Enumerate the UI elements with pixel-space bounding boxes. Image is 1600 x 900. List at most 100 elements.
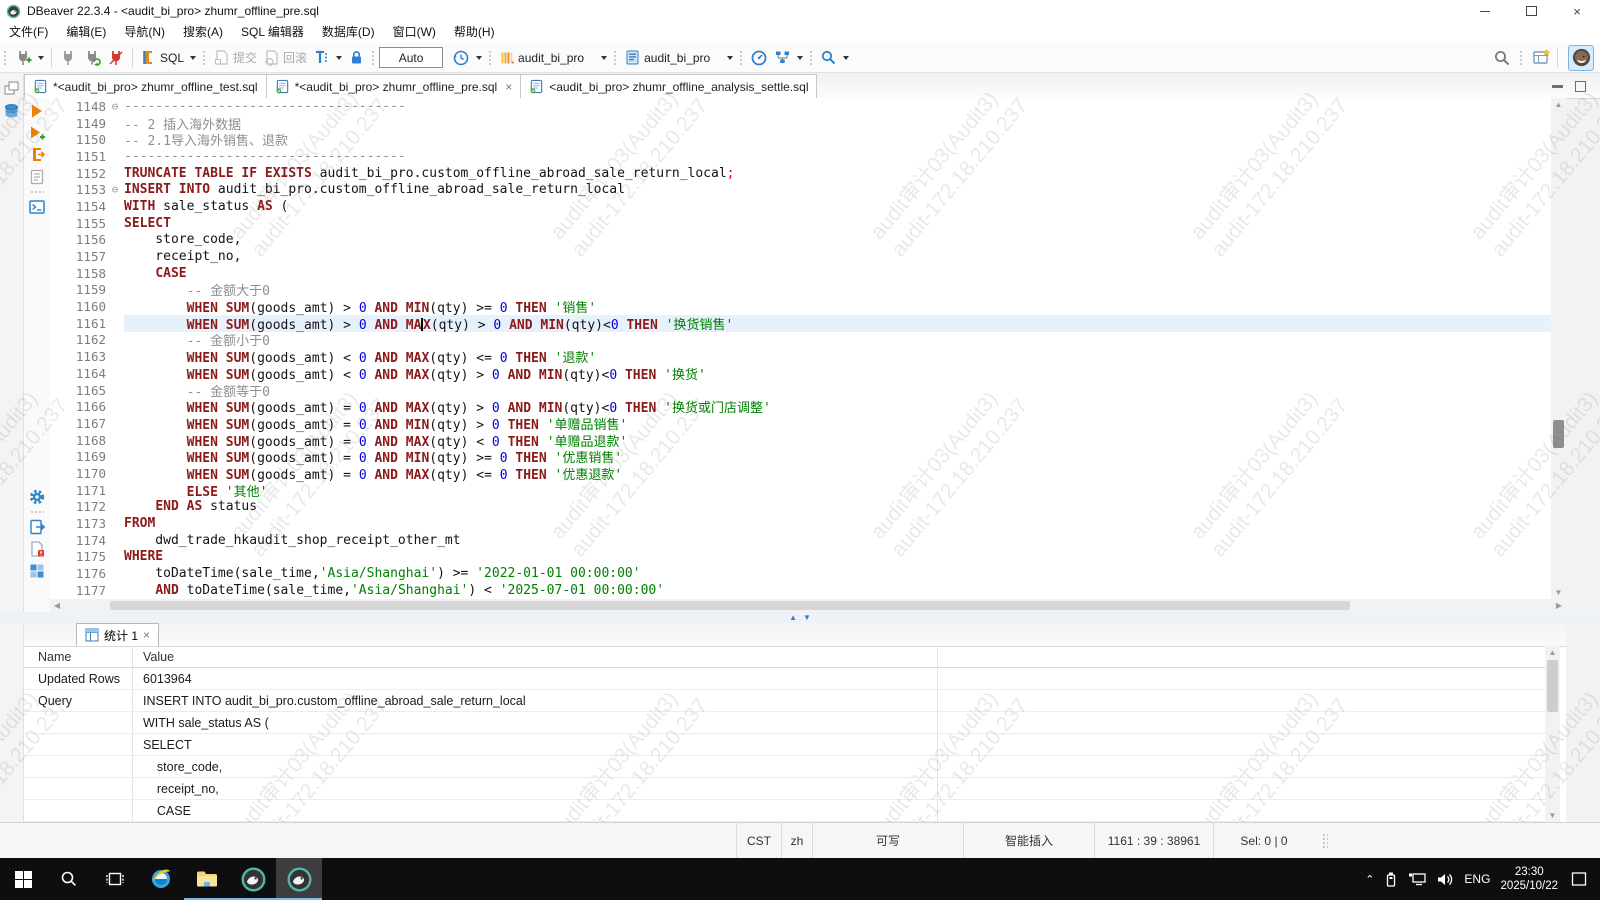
- stats-row-2[interactable]: WITH sale_status AS (: [24, 712, 1545, 734]
- code-line-1172[interactable]: 1172 END AS status: [50, 499, 1551, 516]
- find-button[interactable]: [817, 47, 840, 68]
- tray-expand-icon[interactable]: ⌃: [1365, 873, 1374, 886]
- line-number[interactable]: 1153: [50, 182, 106, 197]
- user-avatar-button[interactable]: [1568, 45, 1594, 71]
- code-line-1163[interactable]: 1163 WHEN SUM(goods_amt) < 0 AND MAX(qty…: [50, 348, 1551, 365]
- statusbar-segment-3[interactable]: 智能插入: [963, 823, 1094, 858]
- line-number[interactable]: 1152: [50, 166, 106, 181]
- statusbar-segment-1[interactable]: zh: [781, 823, 812, 858]
- quick-search-icon[interactable]: [1493, 49, 1511, 67]
- code-line-1168[interactable]: 1168 WHEN SUM(goods_amt) = 0 AND MAX(qty…: [50, 432, 1551, 449]
- scroll-down-arrow[interactable]: ▼: [1545, 809, 1560, 822]
- scrollbar-thumb[interactable]: [1553, 420, 1564, 448]
- col-name[interactable]: Name: [24, 650, 132, 664]
- grid-icon[interactable]: [28, 562, 46, 580]
- line-number[interactable]: 1162: [50, 332, 106, 347]
- new-connection-dropdown[interactable]: [38, 56, 44, 60]
- sash-up-arrow[interactable]: ▲: [789, 614, 797, 622]
- code-line-1175[interactable]: 1175WHERE: [50, 549, 1551, 566]
- line-number[interactable]: 1172: [50, 499, 106, 514]
- sql-editor-dropdown[interactable]: [190, 56, 196, 60]
- line-number[interactable]: 1151: [50, 149, 106, 164]
- line-number[interactable]: 1166: [50, 399, 106, 414]
- col-value[interactable]: Value: [132, 646, 1545, 667]
- new-connection-button[interactable]: [11, 47, 35, 69]
- autocommit-combo[interactable]: Auto: [379, 47, 443, 68]
- start-button[interactable]: [0, 858, 46, 900]
- statusbar-segment-0[interactable]: CST: [736, 823, 781, 858]
- stats-row-0[interactable]: Updated Rows6013964: [24, 668, 1545, 690]
- scroll-left-arrow[interactable]: ◀: [50, 599, 64, 612]
- transaction-dropdown[interactable]: [336, 56, 342, 60]
- execute-new-tab-icon[interactable]: [28, 124, 46, 142]
- line-number[interactable]: 1177: [50, 583, 106, 598]
- taskbar-search-button[interactable]: [46, 858, 92, 900]
- reconnect-button[interactable]: [80, 47, 104, 69]
- execution-plan-button[interactable]: [771, 47, 794, 68]
- line-number[interactable]: 1170: [50, 466, 106, 481]
- history-dropdown[interactable]: [476, 56, 482, 60]
- code-line-1156[interactable]: 1156 store_code,: [50, 232, 1551, 249]
- dashboard-button[interactable]: [747, 47, 771, 69]
- scroll-right-arrow[interactable]: ▶: [1552, 599, 1566, 612]
- settings-gear-icon[interactable]: [28, 488, 46, 506]
- lock-button[interactable]: [345, 47, 368, 68]
- line-number[interactable]: 1165: [50, 383, 106, 398]
- code-line-1151[interactable]: 1151------------------------------------: [50, 148, 1551, 165]
- line-number[interactable]: 1156: [50, 232, 106, 247]
- code-line-1173[interactable]: 1173FROM: [50, 515, 1551, 532]
- code-line-1169[interactable]: 1169 WHEN SUM(goods_amt) = 0 AND MIN(qty…: [50, 448, 1551, 465]
- connection-dropdown[interactable]: [601, 56, 607, 60]
- editor-tab-2[interactable]: <audit_bi_pro> zhumr_offline_analysis_se…: [520, 74, 817, 98]
- menu-item-0[interactable]: 文件(F): [0, 22, 57, 43]
- scrollbar-thumb[interactable]: [1547, 660, 1558, 712]
- code-line-1170[interactable]: 1170 WHEN SUM(goods_amt) = 0 AND MAX(qty…: [50, 465, 1551, 482]
- line-number[interactable]: 1158: [50, 266, 106, 281]
- line-number[interactable]: 1149: [50, 116, 106, 131]
- code-line-1152[interactable]: 1152TRUNCATE TABLE IF EXISTS audit_bi_pr…: [50, 165, 1551, 182]
- ie-button[interactable]: [138, 858, 184, 900]
- window-maximize-button[interactable]: [1508, 0, 1554, 22]
- scroll-up-arrow[interactable]: ▲: [1551, 98, 1566, 111]
- volume-tray-icon[interactable]: [1436, 872, 1454, 887]
- history-button[interactable]: [449, 47, 473, 69]
- code-line-1161[interactable]: 1161 WHEN SUM(goods_amt) > 0 AND MAX(qty…: [50, 315, 1551, 332]
- schema-dropdown[interactable]: [727, 56, 733, 60]
- stats-row-6[interactable]: CASE: [24, 800, 1545, 822]
- code-line-1148[interactable]: 1148⊖-----------------------------------…: [50, 98, 1551, 115]
- code-line-1164[interactable]: 1164 WHEN SUM(goods_amt) < 0 AND MAX(qty…: [50, 365, 1551, 382]
- line-number[interactable]: 1168: [50, 433, 106, 448]
- sash-down-arrow[interactable]: ▼: [803, 614, 811, 622]
- panel-splitter[interactable]: ▲ ▼: [0, 612, 1600, 623]
- code-line-1171[interactable]: 1171 ELSE '其他': [50, 482, 1551, 499]
- code-line-1153[interactable]: 1153⊖INSERT INTO audit_bi_pro.custom_off…: [50, 181, 1551, 198]
- code-line-1177[interactable]: 1177 AND toDateTime(sale_time,'Asia/Shan…: [50, 582, 1551, 599]
- code-line-1154[interactable]: 1154WITH sale_status AS (: [50, 198, 1551, 215]
- sql-code-editor[interactable]: 1148⊖-----------------------------------…: [50, 98, 1551, 599]
- code-line-1159[interactable]: 1159 -- 金额大于0: [50, 282, 1551, 299]
- rollback-button[interactable]: 回滚: [260, 47, 310, 68]
- stats-row-3[interactable]: SELECT: [24, 734, 1545, 756]
- export-result-icon[interactable]: [28, 518, 46, 536]
- menu-item-1[interactable]: 编辑(E): [57, 22, 115, 43]
- statusbar-segment-4[interactable]: 1161 : 39 : 38961: [1094, 823, 1213, 858]
- line-number[interactable]: 1159: [50, 282, 106, 297]
- terminal-icon[interactable]: [28, 198, 46, 216]
- explain-plan-icon[interactable]: [28, 168, 46, 186]
- code-line-1150[interactable]: 1150-- 2.1导入海外销售、退款: [50, 131, 1551, 148]
- line-number[interactable]: 1174: [50, 533, 106, 548]
- window-close-button[interactable]: ×: [1554, 0, 1600, 22]
- sql-editor-button[interactable]: SQL: [137, 47, 187, 68]
- menu-item-4[interactable]: SQL 编辑器: [232, 22, 313, 43]
- tab-statistics[interactable]: 统计 1 ×: [76, 623, 159, 646]
- stats-row-5[interactable]: receipt_no,: [24, 778, 1545, 800]
- line-number[interactable]: 1173: [50, 516, 106, 531]
- panel-maximize-button[interactable]: [1575, 81, 1586, 92]
- line-number[interactable]: 1167: [50, 416, 106, 431]
- file-explorer-button[interactable]: [184, 858, 230, 900]
- menu-item-6[interactable]: 窗口(W): [384, 22, 445, 43]
- menu-item-3[interactable]: 搜索(A): [174, 22, 232, 43]
- code-line-1155[interactable]: 1155SELECT: [50, 215, 1551, 232]
- code-line-1162[interactable]: 1162 -- 金额小于0: [50, 332, 1551, 349]
- statusbar-segment-5[interactable]: Sel: 0 | 0: [1213, 823, 1314, 858]
